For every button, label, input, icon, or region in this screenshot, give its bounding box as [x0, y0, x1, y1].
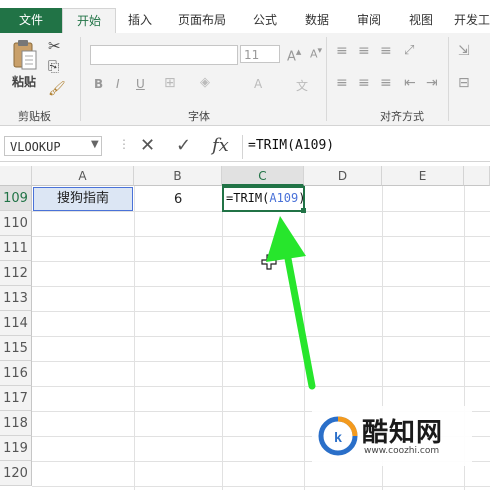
fill-handle[interactable] — [301, 208, 306, 213]
row-header-117[interactable]: 117 — [0, 386, 32, 411]
name-box[interactable]: VLOOKUP — [4, 136, 102, 156]
merge-cells-icon[interactable]: ⊟ — [458, 75, 470, 91]
row-header-113[interactable]: 113 — [0, 286, 32, 311]
group-divider — [448, 37, 449, 121]
formula-input[interactable]: =TRIM(A109) — [248, 136, 334, 156]
watermark-brand: 酷知网 — [362, 418, 444, 448]
align-left-icon[interactable]: ≡ — [336, 75, 348, 91]
confirm-entry-button[interactable]: ✓ — [176, 135, 191, 156]
row-header-120[interactable]: 120 — [0, 461, 32, 486]
ribbon-tab-bar: 文件 开始 插入 页面布局 公式 数据 审阅 视图 开发工 — [0, 0, 490, 34]
indent-icon[interactable]: ⇤ — [404, 75, 416, 91]
row-header-110[interactable]: 110 — [0, 211, 32, 236]
font-color-icon[interactable]: A — [254, 77, 262, 91]
svg-text:k: k — [334, 429, 342, 445]
tab-formulas[interactable]: 公式 — [242, 8, 288, 33]
font-name-combo[interactable] — [90, 45, 238, 65]
formula-bar-divider — [242, 135, 243, 159]
tab-insert[interactable]: 插入 — [118, 8, 162, 33]
orientation-icon[interactable]: ⤢ — [404, 43, 414, 58]
ribbon: 粘贴 ✂ ⎘ 🖌 剪贴板 11 A▴ A▾ B I U ⊞ ◈ A 文 字体 ≡… — [0, 33, 490, 126]
tab-developer[interactable]: 开发工 — [450, 8, 490, 33]
row-header-109[interactable]: 109 — [0, 186, 32, 211]
gridline — [32, 486, 490, 487]
annotation-arrow-icon — [266, 216, 316, 390]
decrease-font-icon[interactable]: A▾ — [310, 45, 322, 61]
align-center-icon[interactable]: ≡ — [358, 75, 370, 91]
gridline — [134, 186, 135, 490]
wrap-text-icon[interactable]: ⇲ — [458, 43, 470, 59]
tab-file[interactable]: 文件 — [0, 8, 62, 33]
gridline — [32, 236, 490, 237]
align-top-icon[interactable]: ≡ — [336, 43, 348, 59]
column-header-c[interactable]: C — [222, 166, 304, 186]
formula-suffix: ) — [298, 191, 306, 205]
group-label-alignment: 对齐方式 — [380, 110, 424, 123]
column-header-f[interactable] — [464, 166, 490, 186]
borders-icon[interactable]: ⊞ — [164, 75, 176, 91]
formula-reference: A109 — [269, 191, 299, 205]
group-label-font: 字体 — [188, 110, 210, 123]
underline-button[interactable]: U — [136, 77, 145, 91]
watermark: k 酷知网 www.coozhi.com — [312, 406, 472, 466]
gridline — [32, 386, 490, 387]
fill-color-icon[interactable]: ◈ — [200, 75, 210, 90]
format-painter-icon[interactable]: 🖌 — [48, 81, 66, 97]
column-header-b[interactable]: B — [134, 166, 222, 186]
row-header-116[interactable]: 116 — [0, 361, 32, 386]
row-header-114[interactable]: 114 — [0, 311, 32, 336]
cell-c109-active[interactable]: =TRIM(A109) — [222, 186, 306, 213]
watermark-url: www.coozhi.com — [364, 446, 440, 456]
name-box-dropdown-icon[interactable]: ▼ — [91, 139, 99, 150]
italic-button[interactable]: I — [116, 77, 120, 91]
tab-data[interactable]: 数据 — [294, 8, 340, 33]
align-right-icon[interactable]: ≡ — [380, 75, 392, 91]
tab-view[interactable]: 视图 — [398, 8, 444, 33]
tab-page-layout[interactable]: 页面布局 — [166, 8, 238, 33]
cell-a109-value: 搜狗指南 — [56, 191, 109, 206]
row-header-118[interactable]: 118 — [0, 411, 32, 436]
bold-button[interactable]: B — [94, 77, 103, 91]
phonetic-icon[interactable]: 文 — [296, 77, 308, 94]
coozhi-logo-icon: k — [318, 416, 358, 456]
cell-b109-value[interactable]: 6 — [174, 192, 182, 207]
formula-bar-grip-icon: ⋮ — [118, 137, 130, 151]
group-divider — [80, 37, 81, 121]
gridline — [32, 336, 490, 337]
align-bottom-icon[interactable]: ≡ — [380, 43, 392, 59]
select-all-corner[interactable] — [0, 166, 32, 186]
row-header-111[interactable]: 111 — [0, 236, 32, 261]
formula-prefix: =TRIM( — [226, 191, 270, 205]
column-header-e[interactable]: E — [382, 166, 464, 186]
align-middle-icon[interactable]: ≡ — [358, 43, 370, 59]
formula-bar: VLOOKUP ▼ ⋮ ✕ ✓ fx =TRIM(A109) — [0, 133, 490, 162]
gridline — [222, 186, 223, 490]
font-size-combo[interactable]: 11 — [240, 45, 280, 63]
gridline — [32, 311, 490, 312]
cancel-entry-button[interactable]: ✕ — [140, 135, 155, 156]
tab-home[interactable]: 开始 — [62, 8, 116, 34]
cell-a109[interactable]: 搜狗指南 — [33, 187, 133, 211]
column-header-d[interactable]: D — [304, 166, 382, 186]
increase-font-icon[interactable]: A▴ — [287, 45, 301, 64]
row-header-115[interactable]: 115 — [0, 336, 32, 361]
row-header-112[interactable]: 112 — [0, 261, 32, 286]
cut-icon[interactable]: ✂ — [48, 37, 61, 55]
gridline — [32, 361, 490, 362]
gridline — [32, 286, 490, 287]
insert-function-button[interactable]: fx — [212, 135, 229, 156]
group-label-clipboard: 剪贴板 — [18, 110, 51, 123]
cell-c109-formula: =TRIM(A109) — [226, 191, 306, 205]
outdent-icon[interactable]: ⇥ — [426, 75, 438, 91]
group-divider — [326, 37, 327, 121]
paste-icon[interactable] — [10, 39, 40, 73]
row-header-119[interactable]: 119 — [0, 436, 32, 461]
column-header-a[interactable]: A — [32, 166, 134, 186]
tab-review[interactable]: 审阅 — [346, 8, 392, 33]
paste-button-label[interactable]: 粘贴 — [12, 73, 36, 90]
copy-icon[interactable]: ⎘ — [48, 59, 59, 75]
